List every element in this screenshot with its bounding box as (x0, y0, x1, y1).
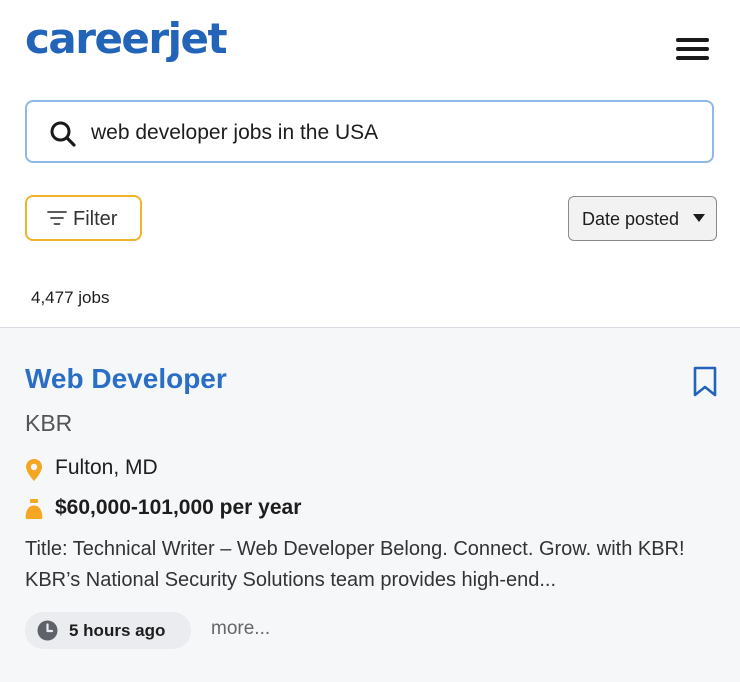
bookmark-icon[interactable] (692, 366, 718, 403)
search-icon[interactable] (49, 120, 77, 153)
location-text: Fulton, MD (55, 456, 158, 479)
search-input[interactable] (89, 114, 693, 152)
filter-label: Filter (73, 208, 118, 230)
job-count: 4,477 jobs (31, 288, 110, 307)
job-card[interactable]: Web Developer KBR Fulton, MD $60,000-101… (0, 328, 740, 682)
job-snippet: Title: Technical Writer – Web Developer … (25, 538, 685, 591)
posted-time: 5 hours ago (69, 621, 166, 640)
clock-icon (37, 620, 58, 646)
job-title-link[interactable]: Web Developer (25, 363, 227, 395)
filter-button[interactable]: Filter (25, 195, 142, 241)
menu-icon (676, 38, 709, 42)
location-pin-icon (25, 458, 43, 487)
search-box[interactable] (25, 100, 714, 163)
header: careerjet (0, 0, 740, 95)
careerjet-logo[interactable]: careerjet (25, 18, 228, 60)
caret-down-icon (693, 214, 705, 222)
posted-badge: 5 hours ago (25, 612, 191, 649)
money-bag-icon (25, 498, 43, 525)
menu-icon-bar (676, 56, 709, 60)
more-link[interactable]: more... (211, 618, 270, 640)
menu-button[interactable] (676, 36, 710, 62)
menu-icon-bar (676, 47, 709, 51)
filter-icon (47, 210, 67, 231)
salary-text: $60,000-101,000 per year (55, 496, 302, 519)
sort-dropdown[interactable]: Date posted (568, 196, 717, 241)
company-name: KBR (25, 410, 73, 436)
sort-label: Date posted (582, 209, 680, 229)
